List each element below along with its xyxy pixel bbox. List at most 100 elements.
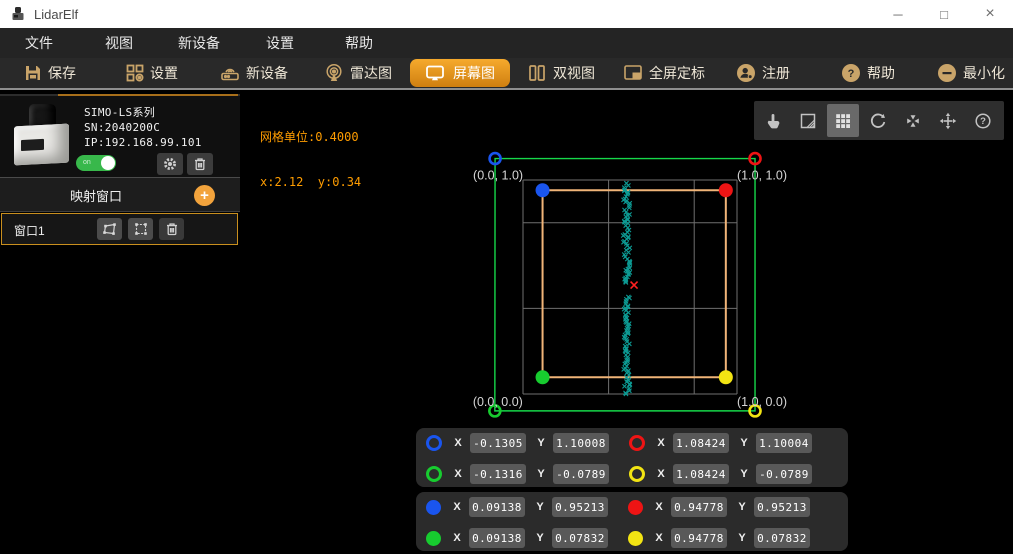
y-value-field[interactable]: -0.0789: [553, 464, 609, 484]
x-label: X: [655, 501, 663, 513]
window-close-button[interactable]: ×: [967, 0, 1013, 28]
fullscreen-rect-icon: [623, 64, 643, 82]
y-value-field[interactable]: 0.07832: [552, 528, 608, 548]
help-button[interactable]: ? 帮助: [841, 58, 895, 88]
window-controls: ─ □ ×: [875, 0, 1013, 28]
register-label: 注册: [762, 63, 790, 83]
pointer-tool-button[interactable]: [757, 104, 789, 137]
outer-top-right-entry: X 1.08424 Y 1.10004: [629, 433, 812, 453]
lidar-device-image: [8, 102, 76, 168]
x-label: X: [657, 437, 665, 449]
yellow-ring-marker: [629, 466, 645, 482]
menu-new-device[interactable]: 新设备: [178, 28, 220, 58]
device-info: SIMO-LS系列 SN:2040200C IP:192.168.99.101: [84, 105, 202, 150]
y-value-field[interactable]: 1.10008: [553, 433, 609, 453]
outer-bottom-left-entry: X -0.1316 Y -0.0789: [426, 464, 609, 484]
y-label: Y: [738, 501, 746, 513]
inner-bottom-right-entry: X 0.94778 Y 0.07832: [628, 528, 810, 548]
y-label: Y: [536, 501, 544, 513]
x-value-field[interactable]: 1.08424: [673, 464, 729, 484]
grid-tool-button-active[interactable]: [827, 104, 859, 137]
blue-ring-marker: [426, 435, 442, 451]
canvas-help-tool-button[interactable]: ?: [967, 104, 999, 137]
x-label: X: [454, 468, 462, 480]
device-model: SIMO-LS系列: [84, 105, 202, 120]
x-value-field[interactable]: -0.1316: [470, 464, 526, 484]
radar-view-button[interactable]: 雷达图: [324, 58, 392, 88]
menu-help[interactable]: 帮助: [345, 28, 373, 58]
minimize-app-button[interactable]: 最小化: [937, 58, 1005, 88]
settings-button[interactable]: 设置: [126, 58, 178, 88]
edit-region-tool-button[interactable]: [792, 104, 824, 137]
grid-squares-icon: [126, 64, 144, 82]
x-value-field[interactable]: 1.08424: [673, 433, 729, 453]
outer-bottom-right-entry: X 1.08424 Y -0.0789: [629, 464, 812, 484]
table-row: X 0.09138 Y 0.95213 X 0.94778 Y 0.95213: [416, 497, 848, 517]
arrows-out-tool-button[interactable]: [932, 104, 964, 137]
save-button[interactable]: 保存: [24, 58, 76, 88]
edit-rect-region-button[interactable]: [128, 218, 153, 240]
calibration-canvas[interactable]: (0.0, 1.0)(1.0, 1.0)(1.0, 0.0)(0.0, 0.0)…: [240, 90, 1013, 554]
y-value-field[interactable]: 0.95213: [754, 497, 810, 517]
y-value-field[interactable]: -0.0789: [756, 464, 812, 484]
inner-bottom-left-entry: X 0.09138 Y 0.07832: [426, 528, 608, 548]
sidebar: SIMO-LS系列 SN:2040200C IP:192.168.99.101 …: [0, 90, 240, 554]
screen-view-button-active[interactable]: 屏幕图: [410, 59, 510, 87]
settings-label: 设置: [150, 63, 178, 83]
rotate-icon: [868, 111, 888, 131]
y-label: Y: [740, 468, 748, 480]
window-title: LidarElf: [34, 7, 78, 22]
device-tab-accent: [58, 94, 238, 96]
edit-polygon-button[interactable]: [97, 218, 122, 240]
new-device-button[interactable]: 新设备: [220, 58, 288, 88]
svg-text:(0.0, 1.0): (0.0, 1.0): [473, 169, 523, 183]
menu-view[interactable]: 视图: [105, 28, 133, 58]
svg-text:(0.0, 0.0): (0.0, 0.0): [473, 395, 523, 409]
menu-settings[interactable]: 设置: [266, 28, 294, 58]
gear-icon: [162, 156, 178, 172]
radar-view-label: 雷达图: [350, 63, 392, 83]
x-value-field[interactable]: 0.09138: [469, 528, 525, 548]
blue-dot-marker: [426, 500, 441, 515]
svg-text:?: ?: [848, 68, 855, 80]
window-maximize-button[interactable]: □: [921, 0, 967, 28]
table-row: X -0.1316 Y -0.0789 X 1.08424 Y -0.0789: [416, 464, 848, 484]
y-label: Y: [537, 437, 545, 449]
yellow-dot-marker: [628, 531, 643, 546]
y-value-field[interactable]: 1.10004: [756, 433, 812, 453]
y-value-field[interactable]: 0.07832: [754, 528, 810, 548]
x-value-field[interactable]: 0.94778: [671, 497, 727, 517]
screen-view-label: 屏幕图: [453, 63, 495, 83]
svg-text:(1.0, 0.0): (1.0, 0.0): [737, 395, 787, 409]
window-1-row-selected[interactable]: 窗口1: [1, 213, 238, 245]
x-label: X: [453, 501, 461, 513]
y-value-field[interactable]: 0.95213: [552, 497, 608, 517]
grid-info: 网格单位:0.4000 x:2.12 y:0.34: [260, 100, 361, 220]
question-circle-icon: ?: [841, 63, 861, 83]
device-delete-button[interactable]: [187, 153, 213, 175]
lidarelf-window: LidarElf ─ □ × 文件 视图 新设备 设置 帮助 保存: [0, 0, 1013, 554]
fullscreen-calibration-button[interactable]: 全屏定标: [623, 58, 705, 88]
x-value-field[interactable]: 0.94778: [671, 528, 727, 548]
window-minimize-button[interactable]: ─: [875, 0, 921, 28]
register-button[interactable]: 注册: [736, 58, 790, 88]
x-value-field[interactable]: 0.09138: [469, 497, 525, 517]
y-label: Y: [740, 437, 748, 449]
titlebar: LidarElf ─ □ ×: [0, 0, 1013, 29]
grid-icon: [833, 111, 853, 131]
device-power-toggle[interactable]: on: [76, 155, 116, 171]
rotate-tool-button[interactable]: [862, 104, 894, 137]
x-value-field[interactable]: -0.1305: [470, 433, 526, 453]
add-window-button[interactable]: +: [194, 185, 215, 206]
menu-file[interactable]: 文件: [25, 28, 53, 58]
delete-window-button[interactable]: [159, 218, 184, 240]
device-ip: IP:192.168.99.101: [84, 135, 202, 150]
device-card[interactable]: SIMO-LS系列 SN:2040200C IP:192.168.99.101 …: [0, 94, 240, 178]
edit-rect-icon: [798, 111, 818, 131]
arrows-in-tool-button[interactable]: [897, 104, 929, 137]
x-label: X: [657, 468, 665, 480]
save-label: 保存: [48, 63, 76, 83]
device-settings-button[interactable]: [157, 153, 183, 175]
y-label: Y: [536, 532, 544, 544]
dual-view-button[interactable]: 双视图: [527, 58, 595, 88]
